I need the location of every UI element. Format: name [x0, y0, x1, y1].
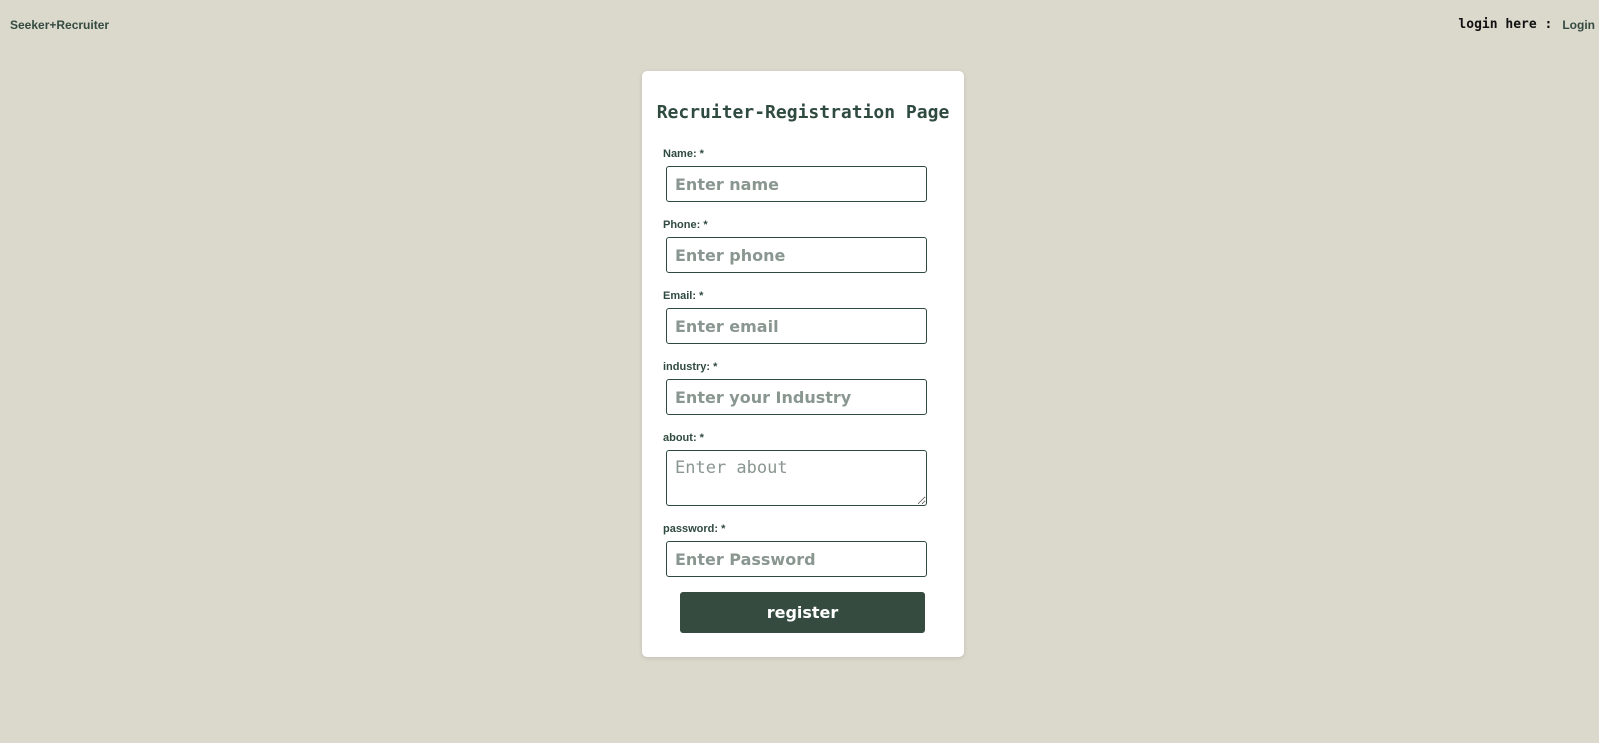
industry-label: industry: *	[663, 361, 718, 373]
email-label: Email: *	[663, 290, 704, 302]
registration-card: Recruiter-Registration Page Name: * Phon…	[642, 71, 964, 657]
phone-label: Phone: *	[663, 219, 708, 231]
industry-field[interactable]	[666, 379, 927, 415]
brand-link[interactable]: Seeker+Recruiter	[10, 18, 109, 32]
password-field[interactable]	[666, 541, 927, 577]
register-button[interactable]: register	[680, 592, 925, 633]
login-link[interactable]: Login	[1562, 18, 1595, 32]
name-label: Name: *	[663, 148, 704, 160]
password-label: password: *	[663, 523, 726, 535]
email-field[interactable]	[666, 308, 927, 344]
about-field[interactable]	[666, 450, 927, 506]
page-title: Recruiter-Registration Page	[656, 102, 950, 123]
about-label: about: *	[663, 432, 704, 444]
phone-field[interactable]	[666, 237, 927, 273]
name-field[interactable]	[666, 166, 927, 202]
login-area: login here : Login	[1458, 17, 1595, 32]
login-prompt: login here :	[1458, 17, 1553, 32]
